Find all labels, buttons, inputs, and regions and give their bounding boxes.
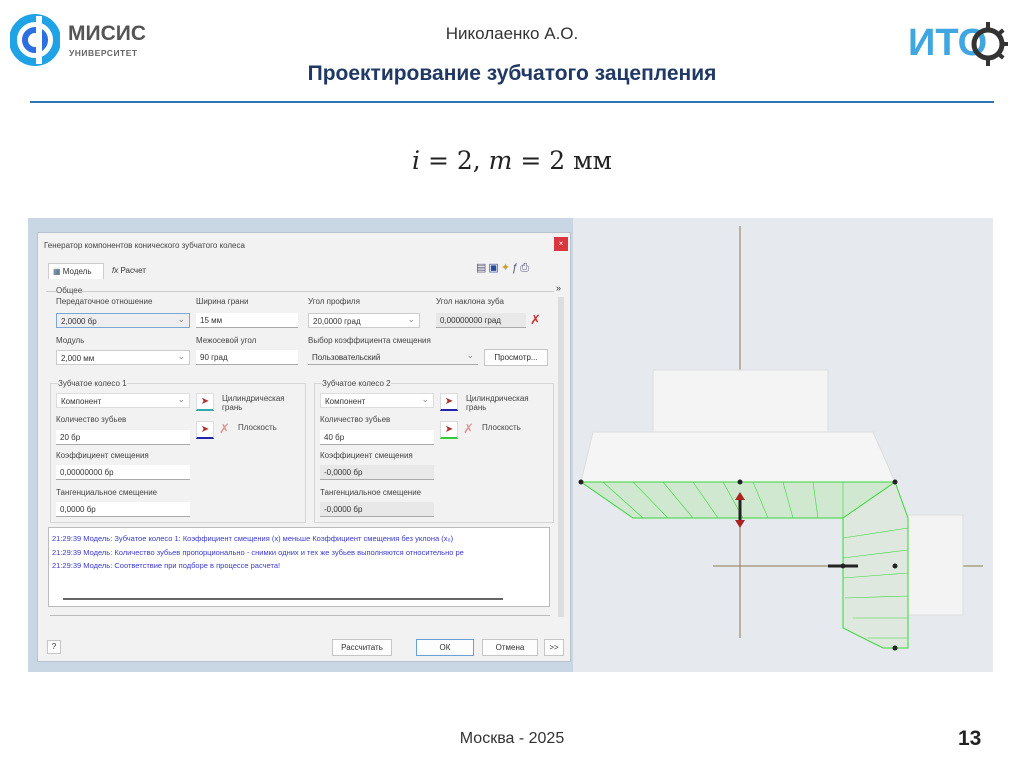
log-line: 21:29:39 Модель: Зубчатое колесо 1: Коэф…: [52, 534, 454, 543]
cursor-select-icon[interactable]: ➤: [440, 421, 458, 439]
bulb-icon[interactable]: ✦: [501, 262, 512, 274]
profile-angle-dropdown[interactable]: 20,0000 град: [308, 313, 420, 328]
scrollbar[interactable]: [558, 297, 564, 617]
ratio-dropdown[interactable]: 2,0000 бр: [56, 313, 190, 328]
formula-i: i: [412, 146, 421, 175]
log-line: 21:29:39 Модель: Количество зубьев пропо…: [52, 547, 464, 557]
gear1-teeth-label: Количество зубьев: [56, 415, 127, 424]
print-icon[interactable]: ⎙: [520, 262, 531, 274]
page-number: 13: [958, 727, 982, 750]
gear1-tangential-input[interactable]: 0,0000 бр: [56, 502, 190, 517]
message-log[interactable]: 21:29:39 Модель: Зубчатое колесо 1: Коэф…: [48, 527, 550, 607]
title-divider: [30, 101, 994, 103]
splitter[interactable]: [50, 615, 550, 616]
face-width-input[interactable]: 15 мм: [196, 313, 298, 328]
gear1-shift-label: Коэффициент смещения: [56, 451, 149, 460]
formula: i = 2, m = 2 мм: [0, 146, 1024, 175]
gear1-plane-label: Плоскость: [238, 423, 277, 432]
formula-m-value: = 2 мм: [512, 146, 612, 175]
gear1-teeth-input[interactable]: 20 бр: [56, 430, 190, 445]
formula-m: m: [488, 146, 513, 175]
no-plane-icon[interactable]: ✗: [219, 421, 230, 437]
gear2-group-label: Зубчатое колесо 2: [322, 379, 391, 388]
gear2-shift-label: Коэффициент смещения: [320, 451, 413, 460]
function-icon: fx: [112, 266, 119, 275]
expand-icon[interactable]: »: [556, 283, 561, 293]
log-line: 21:29:39 Модель: Соответствие при подбор…: [52, 561, 281, 570]
tab-calculation[interactable]: fx Расчет: [108, 266, 150, 275]
profile-angle-label: Угол профиля: [308, 297, 360, 306]
shaft-angle-label: Межосевой угол: [196, 336, 257, 345]
gear2-type-dropdown[interactable]: Компонент: [320, 393, 434, 408]
cursor-select-icon[interactable]: ➤: [440, 393, 458, 411]
gear2-tangential-input[interactable]: -0,0000 бр: [320, 502, 434, 517]
ok-button[interactable]: ОК: [416, 639, 474, 656]
toolbar-icons[interactable]: ▤▣✦ƒ⎙: [476, 261, 531, 275]
helix-angle-input[interactable]: 0,00000000 град: [436, 313, 526, 328]
calculate-button[interactable]: Рассчитать: [332, 639, 392, 656]
cancel-button[interactable]: Отмена: [482, 639, 538, 656]
module-label: Модуль: [56, 336, 85, 345]
save-icon[interactable]: ▣: [488, 262, 500, 274]
gear2-tangential-label: Тангенциальное смещение: [320, 488, 422, 497]
gear2-teeth-label: Количество зубьев: [320, 415, 391, 424]
gear2-cylinder-face-label: Цилиндрическая грань: [466, 394, 529, 412]
no-helix-icon[interactable]: ✗: [530, 312, 541, 328]
cursor-select-icon[interactable]: ➤: [196, 421, 214, 439]
author-name: Николаенко А.О.: [445, 24, 579, 43]
gear1-shift-input[interactable]: 0,00000000 бр: [56, 465, 190, 480]
ratio-label: Передаточное отношение: [56, 297, 153, 306]
footer-city-year: Москва - 2025: [459, 730, 565, 747]
gear2-shift-input[interactable]: -0,0000 бр: [320, 465, 434, 480]
tab-calculation-label: Расчет: [120, 266, 146, 275]
dialog-title: Генератор компонентов конического зубчат…: [44, 241, 245, 250]
shaft-angle-input[interactable]: 90 град: [196, 350, 298, 365]
gear1-cylinder-face-label: Цилиндрическая грань: [222, 394, 285, 412]
gear1-group-label: Зубчатое колесо 1: [58, 379, 127, 388]
misis-logo-sub: УНИВЕРСИТЕТ: [69, 48, 138, 58]
shift-coefficient-label: Выбор коэффициента смещения: [308, 336, 431, 345]
face-width-label: Ширина грани: [196, 297, 249, 306]
helix-angle-label: Угол наклона зуба: [436, 297, 504, 306]
gear1-tangential-label: Тангенциальное смещение: [56, 488, 158, 497]
help-button[interactable]: ?: [47, 640, 61, 654]
cursor-select-icon[interactable]: ➤: [196, 393, 214, 411]
bevel-gear-generator-dialog: Генератор компонентов конического зубчат…: [37, 232, 571, 662]
function-icon[interactable]: ƒ: [512, 262, 520, 274]
open-icon[interactable]: ▤: [476, 262, 488, 274]
tab-model[interactable]: ▦ Модель: [48, 263, 104, 279]
bevel-gear-model: [578, 226, 983, 651]
gear2-teeth-input[interactable]: 40 бр: [320, 430, 434, 445]
horizontal-scrollbar[interactable]: [63, 598, 503, 600]
model-icon: ▦: [53, 267, 61, 276]
preview-button[interactable]: Просмотр...: [484, 349, 548, 366]
module-dropdown[interactable]: 2,000 мм: [56, 350, 190, 365]
formula-i-value: = 2,: [420, 146, 489, 175]
3d-viewport[interactable]: [573, 218, 993, 672]
slide-title: Проектирование зубчатого зацепления: [307, 62, 717, 85]
tab-model-label: Модель: [62, 267, 92, 276]
gear2-plane-label: Плоскость: [482, 423, 521, 432]
general-group-label: Общее: [56, 286, 83, 295]
close-button[interactable]: ×: [554, 237, 568, 251]
shift-coefficient-dropdown[interactable]: Пользовательский: [308, 350, 478, 365]
no-plane-icon[interactable]: ✗: [463, 421, 474, 437]
gear1-type-dropdown[interactable]: Компонент: [56, 393, 190, 408]
more-button[interactable]: >>: [544, 639, 564, 656]
